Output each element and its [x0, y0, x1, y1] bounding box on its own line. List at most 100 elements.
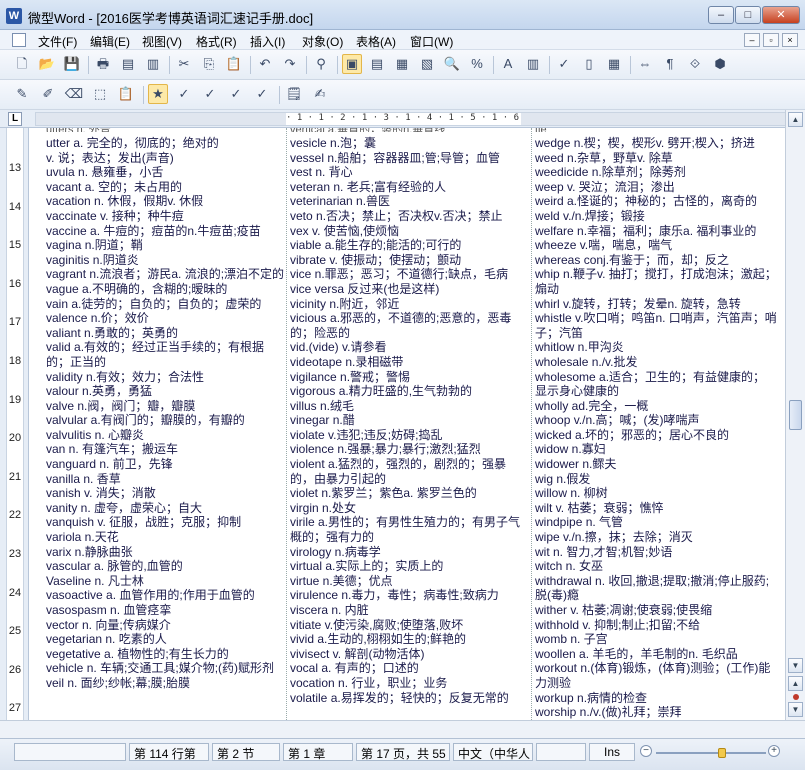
- page-layout-icon[interactable]: ▣: [342, 54, 362, 74]
- scroll-up-icon[interactable]: ▲: [788, 112, 803, 127]
- web-view-icon[interactable]: ▧: [417, 54, 437, 74]
- glossary-entry: vinegar n.醋: [290, 413, 355, 428]
- copy-icon[interactable]: ⎘: [199, 54, 219, 74]
- scroll-thumb[interactable]: [789, 400, 802, 430]
- vertical-scrollbar[interactable]: ▲ ▼ ▲ ▼: [785, 110, 805, 720]
- glossary-entry: whoop v./n.高；喊；(发)哮喘声: [535, 413, 700, 428]
- ruler-row: L · 1 · 1 · 2 · 1 · 3 · 1 · 4 · 1 · 5 · …: [0, 110, 805, 128]
- glossary-entry: widow n.寡妇: [535, 442, 606, 457]
- tab-selector[interactable]: L: [8, 112, 22, 126]
- mark-3-icon[interactable]: ✓: [226, 84, 246, 104]
- find-icon[interactable]: ⚲: [311, 54, 331, 74]
- toolbar-separator: [88, 56, 89, 74]
- toolbar-separator: [549, 56, 550, 74]
- print-preview-icon[interactable]: ▥: [143, 54, 163, 74]
- menu-object[interactable]: 对象(O): [302, 33, 343, 50]
- eraser-icon[interactable]: ⌫: [64, 84, 84, 104]
- save-icon[interactable]: 💾: [62, 54, 82, 74]
- close-icon[interactable]: ✕: [762, 6, 800, 24]
- glossary-entry: vanity n. 虚夸，虚荣心；自大: [46, 500, 203, 515]
- select-browse-object-icon[interactable]: [793, 694, 799, 700]
- table-icon[interactable]: ▦: [604, 54, 624, 74]
- glossary-entry: wipe v./n.擦，抹；去除；消灭: [535, 530, 693, 545]
- column-icon[interactable]: ▯: [579, 54, 599, 74]
- menu-file[interactable]: 文件(F): [38, 33, 77, 50]
- mark-2-icon[interactable]: ✓: [200, 84, 220, 104]
- menu-edit[interactable]: 编辑(E): [90, 33, 130, 50]
- menu-view[interactable]: 视图(V): [142, 33, 182, 50]
- scroll-down-icon[interactable]: ▼: [788, 658, 803, 673]
- menu-insert[interactable]: 插入(I): [250, 33, 285, 50]
- status-page: 第 17 页，共 55: [356, 743, 450, 761]
- glossary-entry: violence n.强暴;暴力;暴行;激烈;猛烈: [290, 442, 481, 457]
- glossary-entry: valence n.价；效价: [46, 311, 149, 326]
- redo-icon[interactable]: ↷: [280, 54, 300, 74]
- previous-page-icon[interactable]: ▲: [788, 676, 803, 691]
- zoom-icon[interactable]: 🔍: [442, 54, 462, 74]
- minimize-icon[interactable]: ‒: [708, 6, 734, 24]
- edit-pen-icon[interactable]: ✐: [38, 84, 58, 104]
- normal-view-icon[interactable]: ▦: [392, 54, 412, 74]
- glossary-entry: workout n.(体育)锻炼，(体育)测验；(工作)能力测验: [535, 661, 771, 690]
- glossary-entry: vesicle n.泡；囊: [290, 136, 377, 150]
- notes-icon[interactable]: 🗒: [284, 84, 304, 104]
- glossary-entry: valour n.英勇，勇猛: [46, 384, 153, 399]
- horizontal-ruler[interactable]: · 1 · 1 · 2 · 1 · 3 · 1 · 4 · 1 · 5 · 1 …: [35, 112, 790, 126]
- maximize-icon[interactable]: □: [735, 6, 761, 24]
- glossary-entry: windpipe n. 气管: [535, 515, 624, 530]
- status-blank: [14, 743, 126, 761]
- zoom-out-icon[interactable]: −: [640, 745, 652, 757]
- glossary-entry: villus n.绒毛: [290, 398, 355, 413]
- undo-icon[interactable]: ↶: [255, 54, 275, 74]
- clear-format-icon[interactable]: ⬚: [90, 84, 110, 104]
- document-area[interactable]: utters n. 外音 vertical a.垂直的，竖的n.垂直线 tie …: [30, 128, 785, 720]
- vertical-ruler-number: 27: [8, 702, 22, 715]
- vertical-ruler-number: 17: [8, 316, 22, 329]
- glossary-entry: vaginitis n.阴道炎: [46, 252, 139, 267]
- glossary-entry: valve n.阀，阀门；瓣，瓣膜: [46, 398, 196, 413]
- doc-minimize-icon[interactable]: –: [744, 33, 760, 47]
- mark-4-icon[interactable]: ✓: [252, 84, 272, 104]
- font-color-icon[interactable]: A: [498, 54, 518, 74]
- paragraph-mark-icon[interactable]: ¶: [660, 54, 680, 74]
- spellcheck-icon[interactable]: ✓: [554, 54, 574, 74]
- glossary-entry: whitlow n.甲沟炎: [535, 340, 624, 355]
- glossary-entry: vid.(vide) v.请参看: [290, 340, 387, 355]
- menu-window[interactable]: 窗口(W): [410, 33, 453, 50]
- mark-1-icon[interactable]: ✓: [174, 84, 194, 104]
- highlight-icon[interactable]: ✎: [12, 84, 32, 104]
- document-icon[interactable]: [12, 33, 26, 47]
- glossary-entry: vasospasm n. 血管痉挛: [46, 603, 172, 617]
- clipboard-icon[interactable]: 📋: [116, 84, 136, 104]
- zoom-slider[interactable]: − +: [640, 745, 780, 759]
- open-folder-icon[interactable]: 📂: [37, 54, 57, 74]
- status-insert-mode[interactable]: Ins: [589, 743, 635, 761]
- text-flow-icon[interactable]: ⟐: [685, 54, 705, 74]
- star-icon[interactable]: ★: [148, 84, 168, 104]
- glossary-entry: virology n.病毒学: [290, 544, 381, 559]
- doc-close-icon[interactable]: ×: [782, 33, 798, 47]
- format-icon[interactable]: ▥: [523, 54, 543, 74]
- split-icon[interactable]: ⇔: [635, 54, 655, 74]
- menu-format[interactable]: 格式(R): [196, 33, 237, 50]
- new-document-icon[interactable]: 🗋: [12, 54, 32, 74]
- zoom-knob[interactable]: [718, 748, 726, 758]
- glossary-entry: vex v. 使苦恼,使烦恼: [290, 223, 400, 238]
- zoom-in-icon[interactable]: +: [768, 745, 780, 757]
- outline-view-icon[interactable]: ▤: [367, 54, 387, 74]
- glossary-entry: virtual a.实际上的；实质上的: [290, 559, 444, 574]
- doc-restore-icon[interactable]: ▫: [763, 33, 779, 47]
- paste-icon[interactable]: 📋: [224, 54, 244, 74]
- menu-table[interactable]: 表格(A): [356, 33, 396, 50]
- cut-icon[interactable]: ✂: [174, 54, 194, 74]
- print-icon[interactable]: 🖶: [93, 54, 113, 74]
- pdf-icon[interactable]: ▤: [118, 54, 138, 74]
- glossary-entry: wedge n.楔；楔，楔形v. 劈开;楔入；挤进: [535, 136, 755, 150]
- percent-icon[interactable]: %: [467, 54, 487, 74]
- glossary-entry: wilt v. 枯萎；衰弱；憔悴: [535, 500, 664, 515]
- object-icon[interactable]: ⬢: [710, 54, 730, 74]
- next-page-icon[interactable]: ▼: [788, 702, 803, 717]
- glossary-entry: viscera n. 内脏: [290, 603, 369, 617]
- properties-icon[interactable]: ✍: [310, 84, 330, 104]
- horizontal-scrollbar[interactable]: [0, 720, 805, 738]
